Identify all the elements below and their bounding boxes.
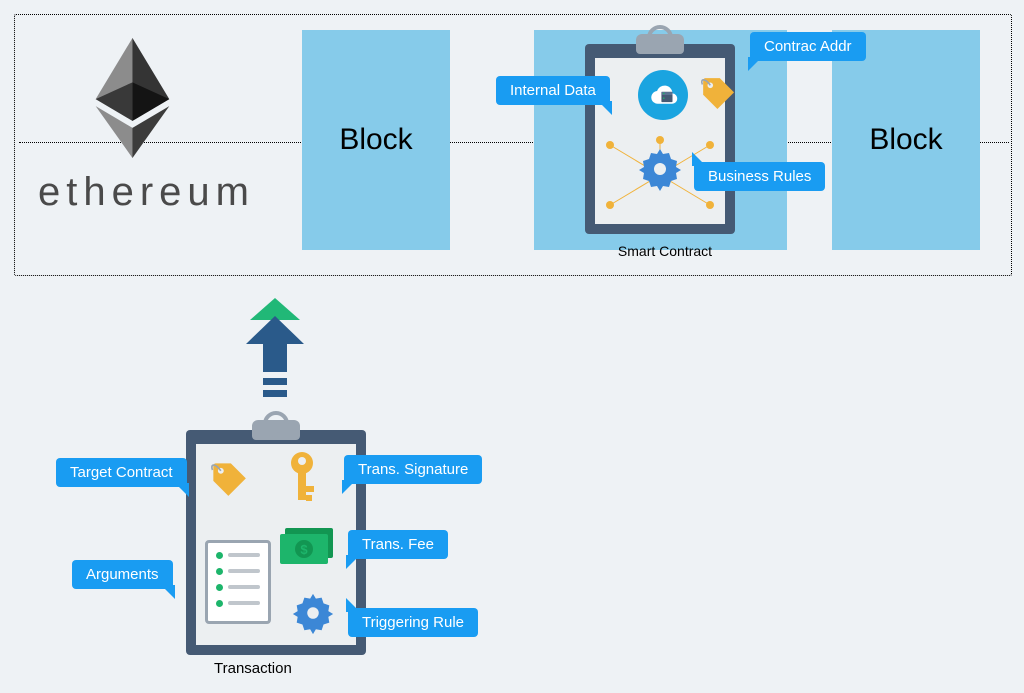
callout-triggering-rule: Triggering Rule: [348, 608, 478, 637]
key-icon: [282, 450, 322, 505]
clipboard-clip-icon: [252, 420, 300, 440]
svg-text:$: $: [300, 542, 308, 557]
upload-arrow-icon: [240, 298, 310, 428]
list-icon: [205, 540, 271, 624]
callout-target-contract: Target Contract: [56, 458, 187, 487]
price-tag-icon: [210, 460, 250, 500]
money-icon: $: [280, 528, 335, 564]
callout-trans-signature: Trans. Signature: [344, 455, 482, 484]
transaction-label: Transaction: [214, 660, 292, 677]
callout-arguments: Arguments: [72, 560, 173, 589]
gear-icon: [290, 590, 336, 636]
blockchain-container: [14, 14, 1012, 276]
callout-trans-fee: Trans. Fee: [348, 530, 448, 559]
